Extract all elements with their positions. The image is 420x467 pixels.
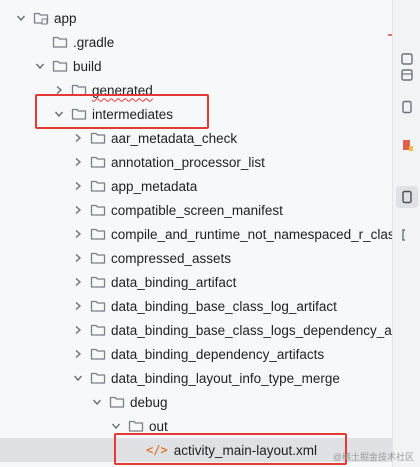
folder-icon: [90, 323, 106, 337]
folder-icon: [90, 179, 106, 193]
tree-item-compressed-assets[interactable]: compressed_assets: [0, 246, 392, 270]
tool-window-button-3[interactable]: [396, 96, 418, 118]
tree-item-label: debug: [130, 394, 168, 410]
tree-item-label: app_metadata: [111, 178, 198, 194]
project-icon: [402, 190, 412, 204]
tree-item-data-binding-base-class-log-artifact[interactable]: data_binding_base_class_log_artifact: [0, 294, 392, 318]
folder-icon: [90, 371, 106, 385]
highlight-box-activity-main-layout: [114, 433, 347, 465]
tree-item-label: .gradle: [73, 34, 115, 50]
chevron-down-icon[interactable]: [14, 11, 28, 25]
bracket-icon: [402, 229, 405, 241]
folder-icon: [52, 59, 68, 73]
chevron-down-icon[interactable]: [71, 371, 85, 385]
tree-item-annotation-processor-list[interactable]: annotation_processor_list: [0, 150, 392, 174]
folder-icon: [90, 251, 106, 265]
tree-item-label: annotation_processor_list: [111, 154, 265, 170]
tree-item-compatible-screen-manifest[interactable]: compatible_screen_manifest: [0, 198, 392, 222]
chevron-right-icon[interactable]: [71, 299, 85, 313]
project-tree: app .gradle build generated intermediates aar…: [0, 0, 392, 467]
tree-item-label: data_binding_dependency_artifacts: [111, 346, 325, 362]
tree-item-data-binding-layout-info-type-merge[interactable]: data_binding_layout_info_type_merge: [0, 366, 392, 390]
tool-window-button-5[interactable]: [396, 186, 418, 208]
tree-item-label: compatible_screen_manifest: [111, 202, 283, 218]
layout-icon: [401, 69, 413, 81]
tool-window-button-2[interactable]: [396, 64, 418, 86]
tool-window-button-4[interactable]: [396, 134, 418, 156]
chevron-right-icon[interactable]: [71, 227, 85, 241]
chevron-right-icon[interactable]: [71, 347, 85, 361]
tree-item-app[interactable]: app: [0, 6, 392, 30]
folder-icon: [90, 155, 106, 169]
tree-item-data-binding-base-class-logs-dependency-arti[interactable]: data_binding_base_class_logs_dependency_…: [0, 318, 392, 342]
tree-item-debug[interactable]: debug: [0, 390, 392, 414]
highlight-box-intermediates: [35, 94, 209, 129]
tree-item-label: aar_metadata_check: [111, 130, 238, 146]
chevron-right-icon[interactable]: [71, 155, 85, 169]
chevron-right-icon[interactable]: [71, 179, 85, 193]
tree-item-app-metadata[interactable]: app_metadata: [0, 174, 392, 198]
folder-icon: [90, 131, 106, 145]
tree-item-aar-metadata-check[interactable]: aar_metadata_check: [0, 126, 392, 150]
warning-icon: [403, 140, 413, 151]
chevron-right-icon[interactable]: [71, 203, 85, 217]
chevron-down-icon[interactable]: [90, 395, 104, 409]
chevron-right-icon[interactable]: [71, 275, 85, 289]
folder-icon: [128, 419, 144, 433]
tree-item-data-binding-dependency-artifacts[interactable]: data_binding_dependency_artifacts: [0, 342, 392, 366]
tree-item-data-binding-artifact[interactable]: data_binding_artifact: [0, 270, 392, 294]
folder-icon: [52, 35, 68, 49]
tree-item-build[interactable]: build: [0, 54, 392, 78]
tree-item-label: build: [73, 58, 102, 74]
watermark: @稀土掘金技术社区: [332, 452, 414, 462]
chevron-right-icon[interactable]: [71, 323, 85, 337]
folder-icon: [90, 203, 106, 217]
tree-item-label: data_binding_base_class_logs_dependency_…: [111, 322, 392, 338]
module-folder-icon: [33, 11, 49, 25]
tree-item-label: out: [149, 418, 168, 434]
folder-icon: [90, 299, 106, 313]
device-icon: [402, 100, 412, 114]
chevron-right-icon[interactable]: [71, 251, 85, 265]
tool-window-button-6[interactable]: [396, 224, 418, 246]
chevron-down-icon[interactable]: [33, 59, 47, 73]
tree-item-compile-and-runtime-not-namespaced-r-class[interactable]: compile_and_runtime_not_namespaced_r_cla…: [0, 222, 392, 246]
folder-icon: [90, 275, 106, 289]
folder-icon: [90, 347, 106, 361]
tree-item-label: app: [54, 10, 77, 26]
tree-item-label: data_binding_layout_info_type_merge: [111, 370, 340, 386]
tree-item-label: compile_and_runtime_not_namespaced_r_cla…: [111, 226, 392, 242]
tree-item-gradle[interactable]: .gradle: [0, 30, 392, 54]
folder-icon: [90, 227, 106, 241]
tree-item-label: data_binding_base_class_log_artifact: [111, 298, 337, 314]
chevron-down-icon[interactable]: [109, 419, 123, 433]
tree-item-label: compressed_assets: [111, 250, 232, 266]
chevron-right-icon[interactable]: [71, 131, 85, 145]
tree-item-label: data_binding_artifact: [111, 274, 237, 290]
folder-icon: [109, 395, 125, 409]
right-tool-strip: [392, 0, 420, 467]
